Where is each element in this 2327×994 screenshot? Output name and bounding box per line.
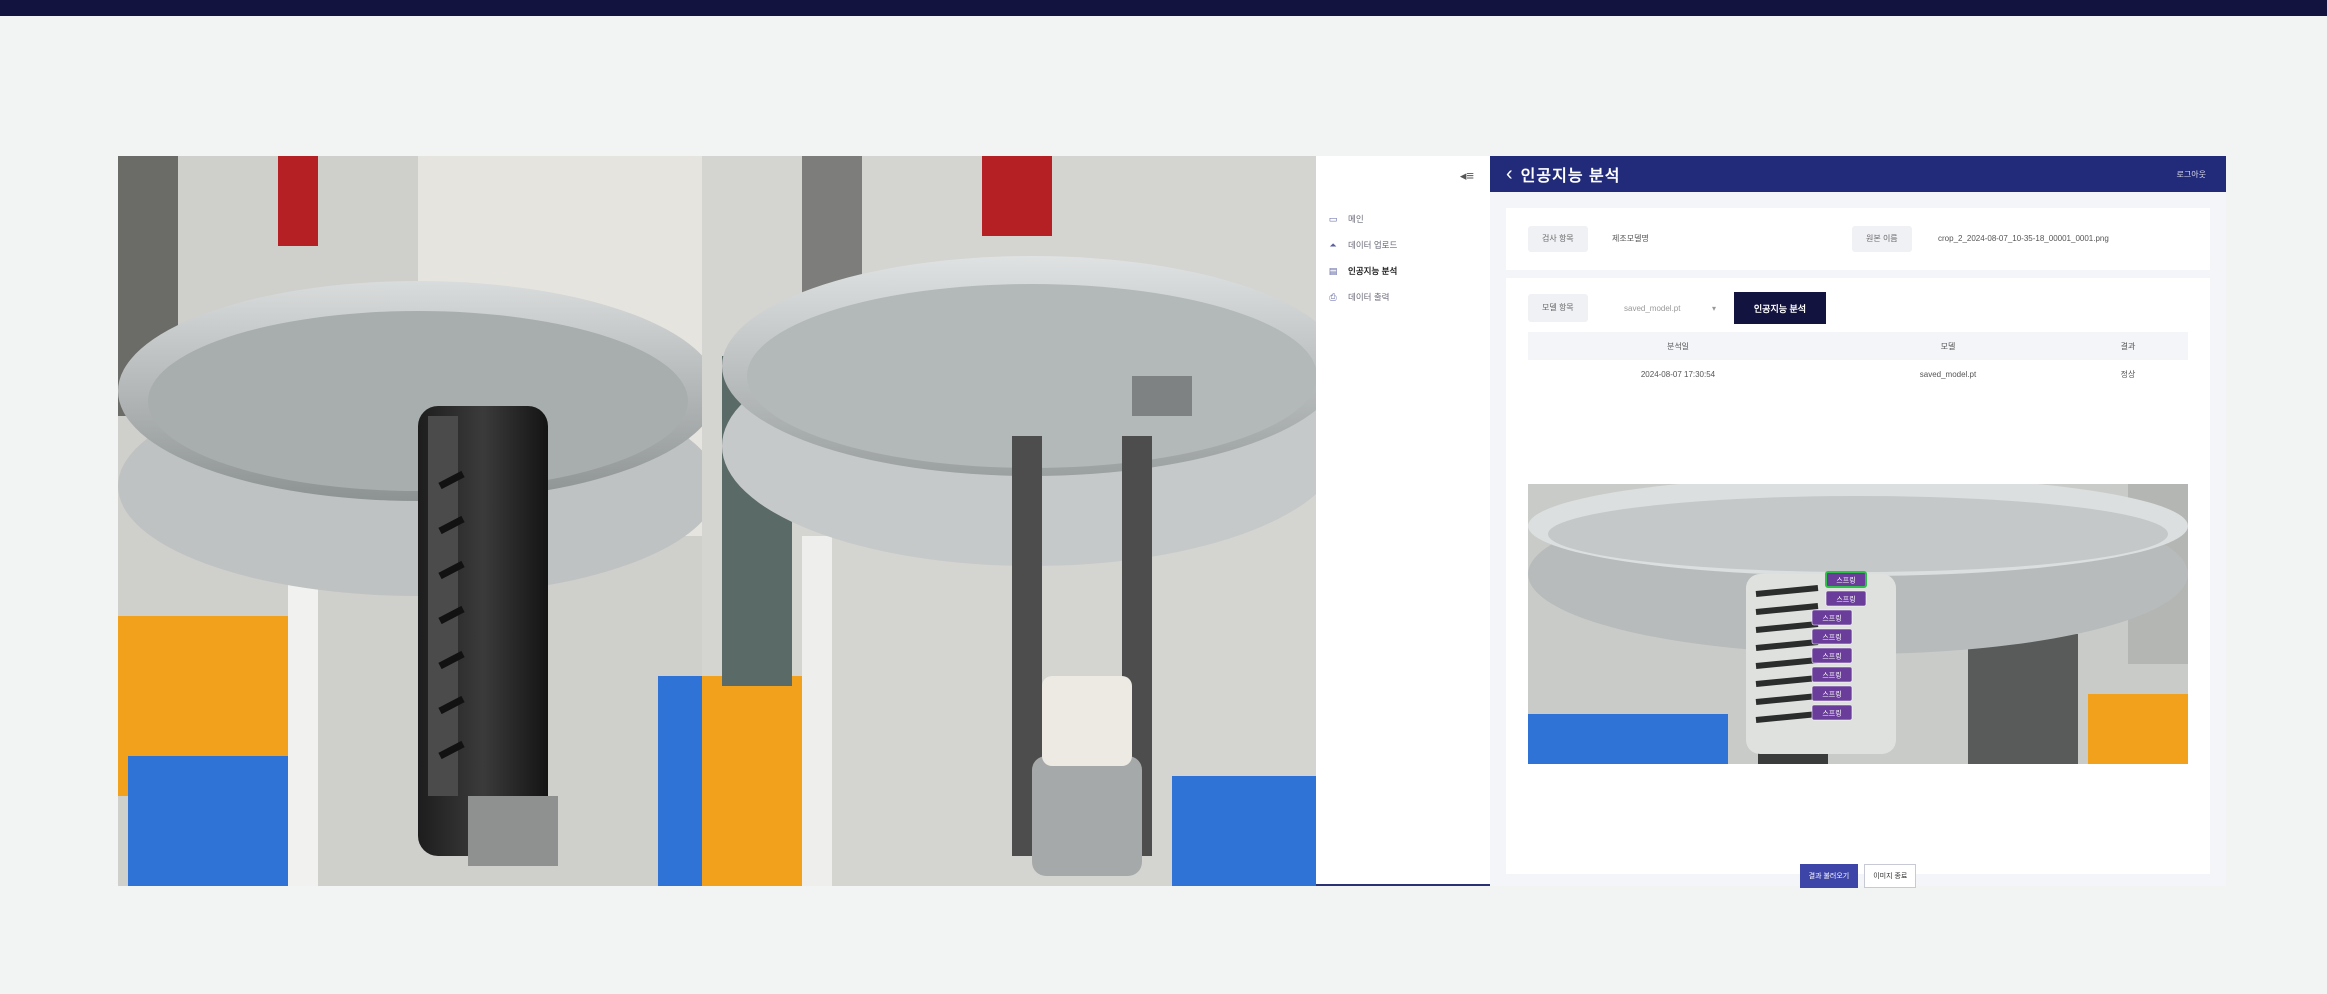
column-header-date: 분석일 — [1666, 341, 1690, 351]
sidebar: ◂≡ ▭ 메인 ⏶ 데이터 업로드 ▤ 인공지능 분석 ⎙ 데이터 출력 — [1316, 156, 1492, 886]
cell-model: saved_model.pt — [1919, 369, 1977, 379]
image-info-card: 검사 항목 제조모델명 원본 이름 crop_2_2024-08-07_10-3… — [1506, 208, 2210, 270]
page-title: 인공지능 분석 — [1520, 168, 1621, 185]
detection-label: 스프링 — [1822, 653, 1841, 661]
ai-analysis-button[interactable]: 인공지능 분석 — [1734, 292, 1826, 324]
detection-label: 스프링 — [1836, 596, 1855, 604]
result-image-svg: 스프링스프링스프링스프링스프링스프링스프링스프링 — [1528, 484, 2188, 764]
spring-photo-after — [702, 156, 1316, 886]
sidebar-nav: ▭ 메인 ⏶ 데이터 업로드 ▤ 인공지능 분석 ⎙ 데이터 출력 — [1326, 206, 1398, 310]
sidebar-item-label: 데이터 업로드 — [1348, 240, 1398, 250]
sidebar-item-label: 메인 — [1348, 214, 1364, 224]
sidebar-item-main[interactable]: ▭ 메인 — [1326, 206, 1397, 232]
detection-label: 스프링 — [1836, 577, 1855, 585]
model-label: 모델 항목 — [1528, 294, 1588, 322]
chevron-left-icon: ‹ — [1506, 163, 1513, 185]
spring-photo-before — [118, 156, 702, 886]
app-window: ◂≡ ▭ 메인 ⏶ 데이터 업로드 ▤ 인공지능 분석 ⎙ 데이터 출력 ‹ 인… — [1316, 156, 2226, 888]
load-result-button[interactable]: 결과 불러오기 — [1799, 864, 1859, 888]
sidebar-item-upload[interactable]: ⏶ 데이터 업로드 — [1326, 232, 1397, 258]
page-header: ‹ 인공지능 분석 로그아웃 — [1490, 156, 2226, 192]
monitor-icon: ▭ — [1328, 213, 1338, 224]
column-header-model: 모델 — [1940, 341, 1956, 351]
analysis-result-image: 스프링 스프링 스프링 스프링 스프링 스프링 스프링 스프링 — [1528, 484, 2188, 764]
analysis-icon: ▤ — [1328, 265, 1338, 276]
result-actions: 결과 불러오기 이미지 종료 — [1506, 864, 2210, 888]
main-content: ‹ 인공지능 분석 로그아웃 검사 항목 제조모델명 원본 이름 crop_2_… — [1490, 156, 2226, 888]
back-button[interactable]: ‹ 인공지능 분석 — [1490, 162, 1620, 186]
detection-label: 스프링 — [1822, 691, 1841, 699]
cell-date: 2024-08-07 17:30:54 — [1640, 369, 1716, 379]
table-header: 분석일 모델 결과 — [1528, 332, 2188, 360]
original-name-label: 원본 이름 — [1852, 226, 1912, 252]
cell-result: 정상 — [2120, 369, 2136, 379]
sidebar-item-label: 인공지능 분석 — [1348, 266, 1398, 276]
sidebar-item-output[interactable]: ⎙ 데이터 출력 — [1326, 284, 1397, 310]
column-header-result: 결과 — [2120, 341, 2136, 351]
upload-icon: ⏶ — [1329, 239, 1337, 250]
detection-label: 스프링 — [1822, 615, 1841, 623]
top-banner-band — [0, 0, 2327, 16]
inspection-item-value: 제조모델명 — [1612, 234, 1649, 243]
chevron-down-icon: ▾ — [1711, 303, 1716, 313]
print-icon: ⎙ — [1329, 291, 1337, 302]
collapse-left-icon[interactable]: ◂≡ — [1460, 168, 1474, 184]
close-image-button[interactable]: 이미지 종료 — [1864, 864, 1917, 888]
detection-label: 스프링 — [1822, 634, 1841, 642]
sidebar-bottom-edge — [1316, 884, 1492, 886]
detection-label: 스프링 — [1822, 672, 1841, 680]
table-row[interactable]: 2024-08-07 17:30:54 saved_model.pt 정상 — [1528, 360, 2188, 388]
logout-link[interactable]: 로그아웃 — [2177, 169, 2206, 180]
detection-label: 스프링 — [1822, 710, 1841, 718]
sidebar-item-label: 데이터 출력 — [1348, 292, 1390, 302]
model-select-value: saved_model.pt — [1624, 303, 1681, 313]
analysis-card: 모델 항목 saved_model.pt ▾ 인공지능 분석 분석일 모델 결과… — [1506, 278, 2210, 888]
inspection-item-label: 검사 항목 — [1528, 226, 1588, 252]
analysis-history-table: 분석일 모델 결과 2024-08-07 17:30:54 saved_mode… — [1528, 332, 2188, 388]
model-select[interactable]: saved_model.pt ▾ — [1616, 294, 1724, 322]
sidebar-item-analysis[interactable]: ▤ 인공지능 분석 — [1326, 258, 1398, 284]
original-name-value: crop_2_2024-08-07_10-35-18_00001_0001.pn… — [1938, 234, 2109, 243]
